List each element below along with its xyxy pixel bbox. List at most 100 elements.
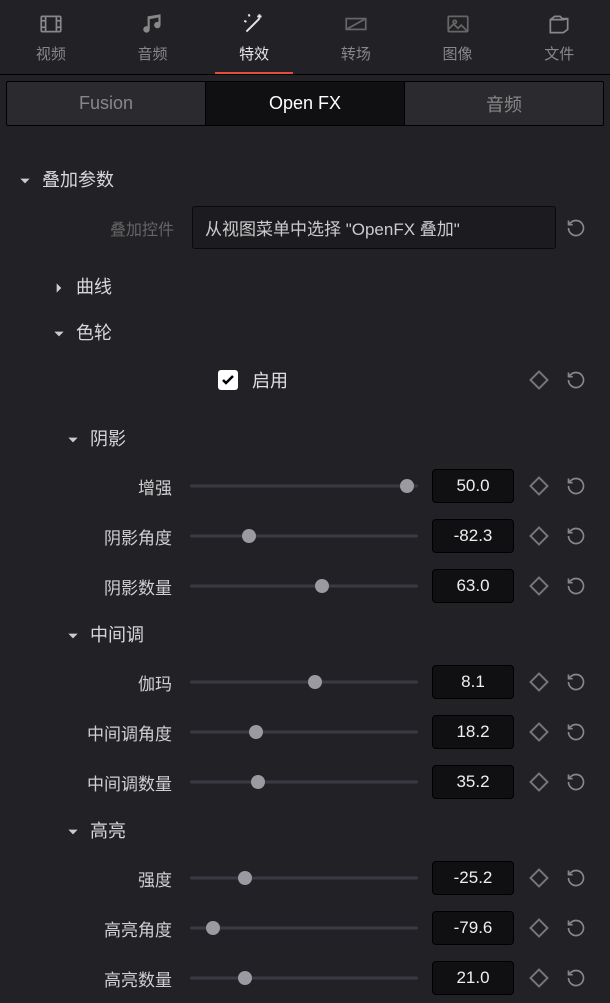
param-mid-angle: 中间调角度 18.2 [12,707,598,757]
shadow-amount-keyframe[interactable] [529,576,549,596]
mid-amount-value[interactable]: 35.2 [432,765,514,799]
boost-keyframe[interactable] [529,476,549,496]
file-icon [546,11,572,37]
shadow-angle-label: 阴影角度 [22,524,190,549]
strength-value[interactable]: -25.2 [432,861,514,895]
gamma-slider[interactable] [190,672,418,692]
group-shadow[interactable]: 阴影 [12,415,598,461]
image-icon [445,11,471,37]
gamma-keyframe[interactable] [529,672,549,692]
hl-angle-label: 高亮角度 [22,916,190,941]
tab-image[interactable]: 图像 [407,0,509,74]
param-boost: 增强 50.0 [12,461,598,511]
hl-amount-reset[interactable] [564,966,588,990]
group-color-wheel-label: 色轮 [76,319,112,345]
wand-icon [241,11,267,37]
overlay-controls-row: 叠加控件 从视图菜单中选择 "OpenFX 叠加" [12,202,598,263]
param-gamma: 伽玛 8.1 [12,657,598,707]
chevron-down-icon [66,431,80,445]
mid-angle-reset[interactable] [564,720,588,744]
hl-amount-value[interactable]: 21.0 [432,961,514,995]
mid-angle-slider[interactable] [190,722,418,742]
hl-amount-slider[interactable] [190,968,418,988]
group-curves[interactable]: 曲线 [12,263,598,309]
shadow-amount-value[interactable]: 63.0 [432,569,514,603]
group-overlay-params[interactable]: 叠加参数 [12,156,598,202]
overlay-reset-button[interactable] [564,216,588,240]
hl-angle-value[interactable]: -79.6 [432,911,514,945]
mid-angle-label: 中间调角度 [22,720,190,745]
shadow-angle-slider[interactable] [190,526,418,546]
strength-reset[interactable] [564,866,588,890]
tab-transition-label: 转场 [341,43,371,64]
boost-value[interactable]: 50.0 [432,469,514,503]
param-shadow-amount: 阴影数量 63.0 [12,561,598,611]
boost-slider[interactable] [190,476,418,496]
hl-amount-keyframe[interactable] [529,968,549,988]
tab-effects[interactable]: 特效 [203,0,305,74]
mid-angle-keyframe[interactable] [529,722,549,742]
mid-amount-slider[interactable] [190,772,418,792]
mid-amount-keyframe[interactable] [529,772,549,792]
group-overlay-params-label: 叠加参数 [42,166,114,192]
enable-row: 启用 [12,355,598,415]
shadow-angle-keyframe[interactable] [529,526,549,546]
transition-icon [343,11,369,37]
strength-slider[interactable] [190,868,418,888]
group-midtone-label: 中间调 [90,621,144,647]
param-shadow-angle: 阴影角度 -82.3 [12,511,598,561]
gamma-reset[interactable] [564,670,588,694]
group-midtone[interactable]: 中间调 [12,611,598,657]
tab-image-label: 图像 [443,43,473,64]
effects-sub-tabs: Fusion Open FX 音频 [6,81,604,126]
hl-angle-reset[interactable] [564,916,588,940]
strength-keyframe[interactable] [529,868,549,888]
hl-angle-slider[interactable] [190,918,418,938]
inspector-top-tabs: 视频 音频 特效 转场 图像 文件 [0,0,610,75]
sub-tab-audio[interactable]: 音频 [405,82,603,125]
group-shadow-label: 阴影 [90,425,126,451]
shadow-amount-slider[interactable] [190,576,418,596]
mid-amount-reset[interactable] [564,770,588,794]
param-mid-amount: 中间调数量 35.2 [12,757,598,807]
chevron-right-icon [52,279,66,293]
enable-keyframe[interactable] [529,370,549,390]
music-icon [140,11,166,37]
video-icon [38,11,64,37]
overlay-controls-field[interactable]: 从视图菜单中选择 "OpenFX 叠加" [192,206,556,249]
chevron-down-icon [18,172,32,186]
overlay-controls-label: 叠加控件 [22,216,192,240]
group-curves-label: 曲线 [76,273,112,299]
tab-file[interactable]: 文件 [508,0,610,74]
enable-reset[interactable] [564,368,588,392]
param-strength: 强度 -25.2 [12,853,598,903]
param-hl-angle: 高亮角度 -79.6 [12,903,598,953]
enable-label: 启用 [252,367,532,393]
group-highlight[interactable]: 高亮 [12,807,598,853]
strength-label: 强度 [22,866,190,891]
boost-label: 增强 [22,474,190,499]
gamma-label: 伽玛 [22,670,190,695]
shadow-angle-reset[interactable] [564,524,588,548]
hl-amount-label: 高亮数量 [22,966,190,991]
sub-tab-fusion[interactable]: Fusion [7,82,206,125]
tab-video[interactable]: 视频 [0,0,102,74]
tab-transition[interactable]: 转场 [305,0,407,74]
mid-angle-value[interactable]: 18.2 [432,715,514,749]
chevron-down-icon [66,823,80,837]
mid-amount-label: 中间调数量 [22,770,190,795]
group-color-wheel[interactable]: 色轮 [12,309,598,355]
tab-audio[interactable]: 音频 [102,0,204,74]
chevron-down-icon [52,325,66,339]
gamma-value[interactable]: 8.1 [432,665,514,699]
sub-tab-openfx[interactable]: Open FX [206,82,405,125]
shadow-amount-reset[interactable] [564,574,588,598]
tab-file-label: 文件 [544,43,574,64]
shadow-angle-value[interactable]: -82.3 [432,519,514,553]
enable-checkbox[interactable] [218,370,238,390]
boost-reset[interactable] [564,474,588,498]
tab-effects-label: 特效 [239,43,269,64]
hl-angle-keyframe[interactable] [529,918,549,938]
tab-video-label: 视频 [36,43,66,64]
tab-audio-label: 音频 [138,43,168,64]
